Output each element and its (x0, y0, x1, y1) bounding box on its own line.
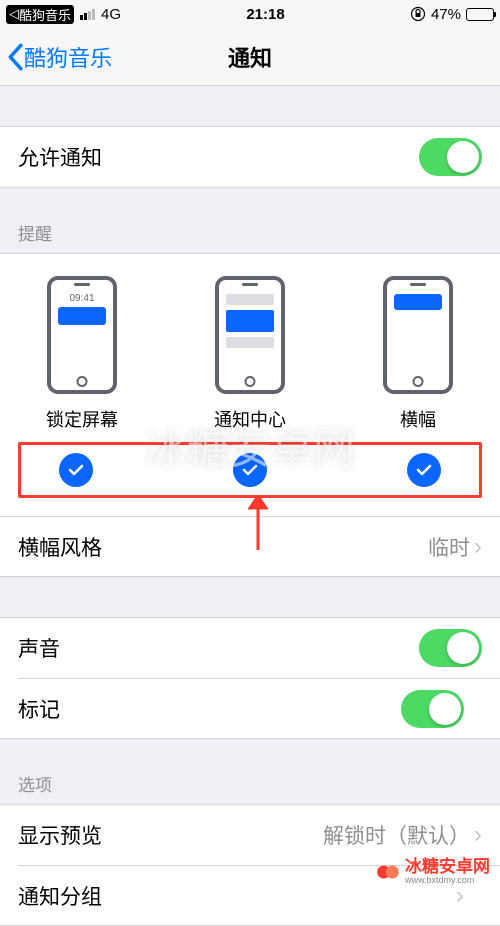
sound-row: 声音 (0, 618, 500, 678)
orientation-lock-icon (410, 6, 426, 22)
show-preview-value: 解锁时（默认） (323, 820, 474, 850)
lockscreen-label: 锁定屏幕 (46, 406, 118, 432)
alert-style-row: 09:41 锁定屏幕 通知中心 (0, 254, 500, 432)
network-mode: 4G (101, 6, 121, 23)
banner-style-label: 横幅风格 (18, 532, 428, 562)
badge-row: 标记 (18, 678, 500, 738)
notification-center-label: 通知中心 (214, 406, 286, 432)
alert-option-lockscreen[interactable]: 09:41 锁定屏幕 (18, 276, 146, 432)
banner-check[interactable] (407, 453, 441, 487)
nav-bar: 酷狗音乐 通知 (0, 28, 500, 86)
clock: 21:18 (121, 6, 410, 23)
check-icon (66, 460, 86, 480)
banner-style-value: 临时 (428, 532, 474, 562)
alerts-header: 提醒 (0, 212, 500, 253)
sound-label: 声音 (18, 633, 419, 663)
options-header: 选项 (0, 763, 500, 804)
banner-preview-icon (383, 276, 453, 394)
show-preview-row[interactable]: 显示预览 解锁时（默认） › (0, 805, 500, 865)
lockscreen-preview-icon: 09:41 (47, 276, 117, 394)
sound-switch[interactable] (419, 629, 482, 667)
brand-icon (375, 859, 401, 885)
alert-option-notification-center[interactable]: 通知中心 (186, 276, 314, 432)
status-bar: ◁ 酷狗音乐 4G 21:18 47% (0, 0, 500, 28)
chevron-right-icon: › (474, 823, 482, 847)
alert-option-banner[interactable]: 横幅 (354, 276, 482, 432)
back-label: 酷狗音乐 (24, 41, 112, 73)
chevron-left-icon (6, 43, 24, 71)
badge-switch[interactable] (401, 690, 464, 728)
allow-notifications-row: 允许通知 (0, 127, 500, 187)
battery-pct: 47% (431, 6, 461, 23)
badge-label: 标记 (18, 694, 401, 724)
chevron-right-icon: › (456, 884, 464, 908)
allow-switch[interactable] (419, 138, 482, 176)
check-icon (240, 460, 260, 480)
highlight-annotation (18, 442, 482, 498)
notification-center-check[interactable] (233, 453, 267, 487)
notification-grouping-label: 通知分组 (18, 881, 456, 911)
banner-label: 横幅 (400, 406, 436, 432)
breadcrumb-app-icon[interactable]: ◁ 酷狗音乐 (6, 5, 74, 24)
notification-center-preview-icon (215, 276, 285, 394)
signal-icon (80, 9, 95, 20)
allow-label: 允许通知 (18, 142, 419, 172)
back-button[interactable]: 酷狗音乐 (0, 41, 112, 73)
check-icon (414, 460, 434, 480)
battery-icon (466, 8, 494, 21)
show-preview-label: 显示预览 (18, 820, 323, 850)
chevron-right-icon: › (474, 535, 482, 559)
lockscreen-check[interactable] (59, 453, 93, 487)
banner-style-row[interactable]: 横幅风格 临时 › (0, 516, 500, 576)
brand-badge: 冰糖安卓网 www.bxtdmy.com (375, 858, 490, 885)
